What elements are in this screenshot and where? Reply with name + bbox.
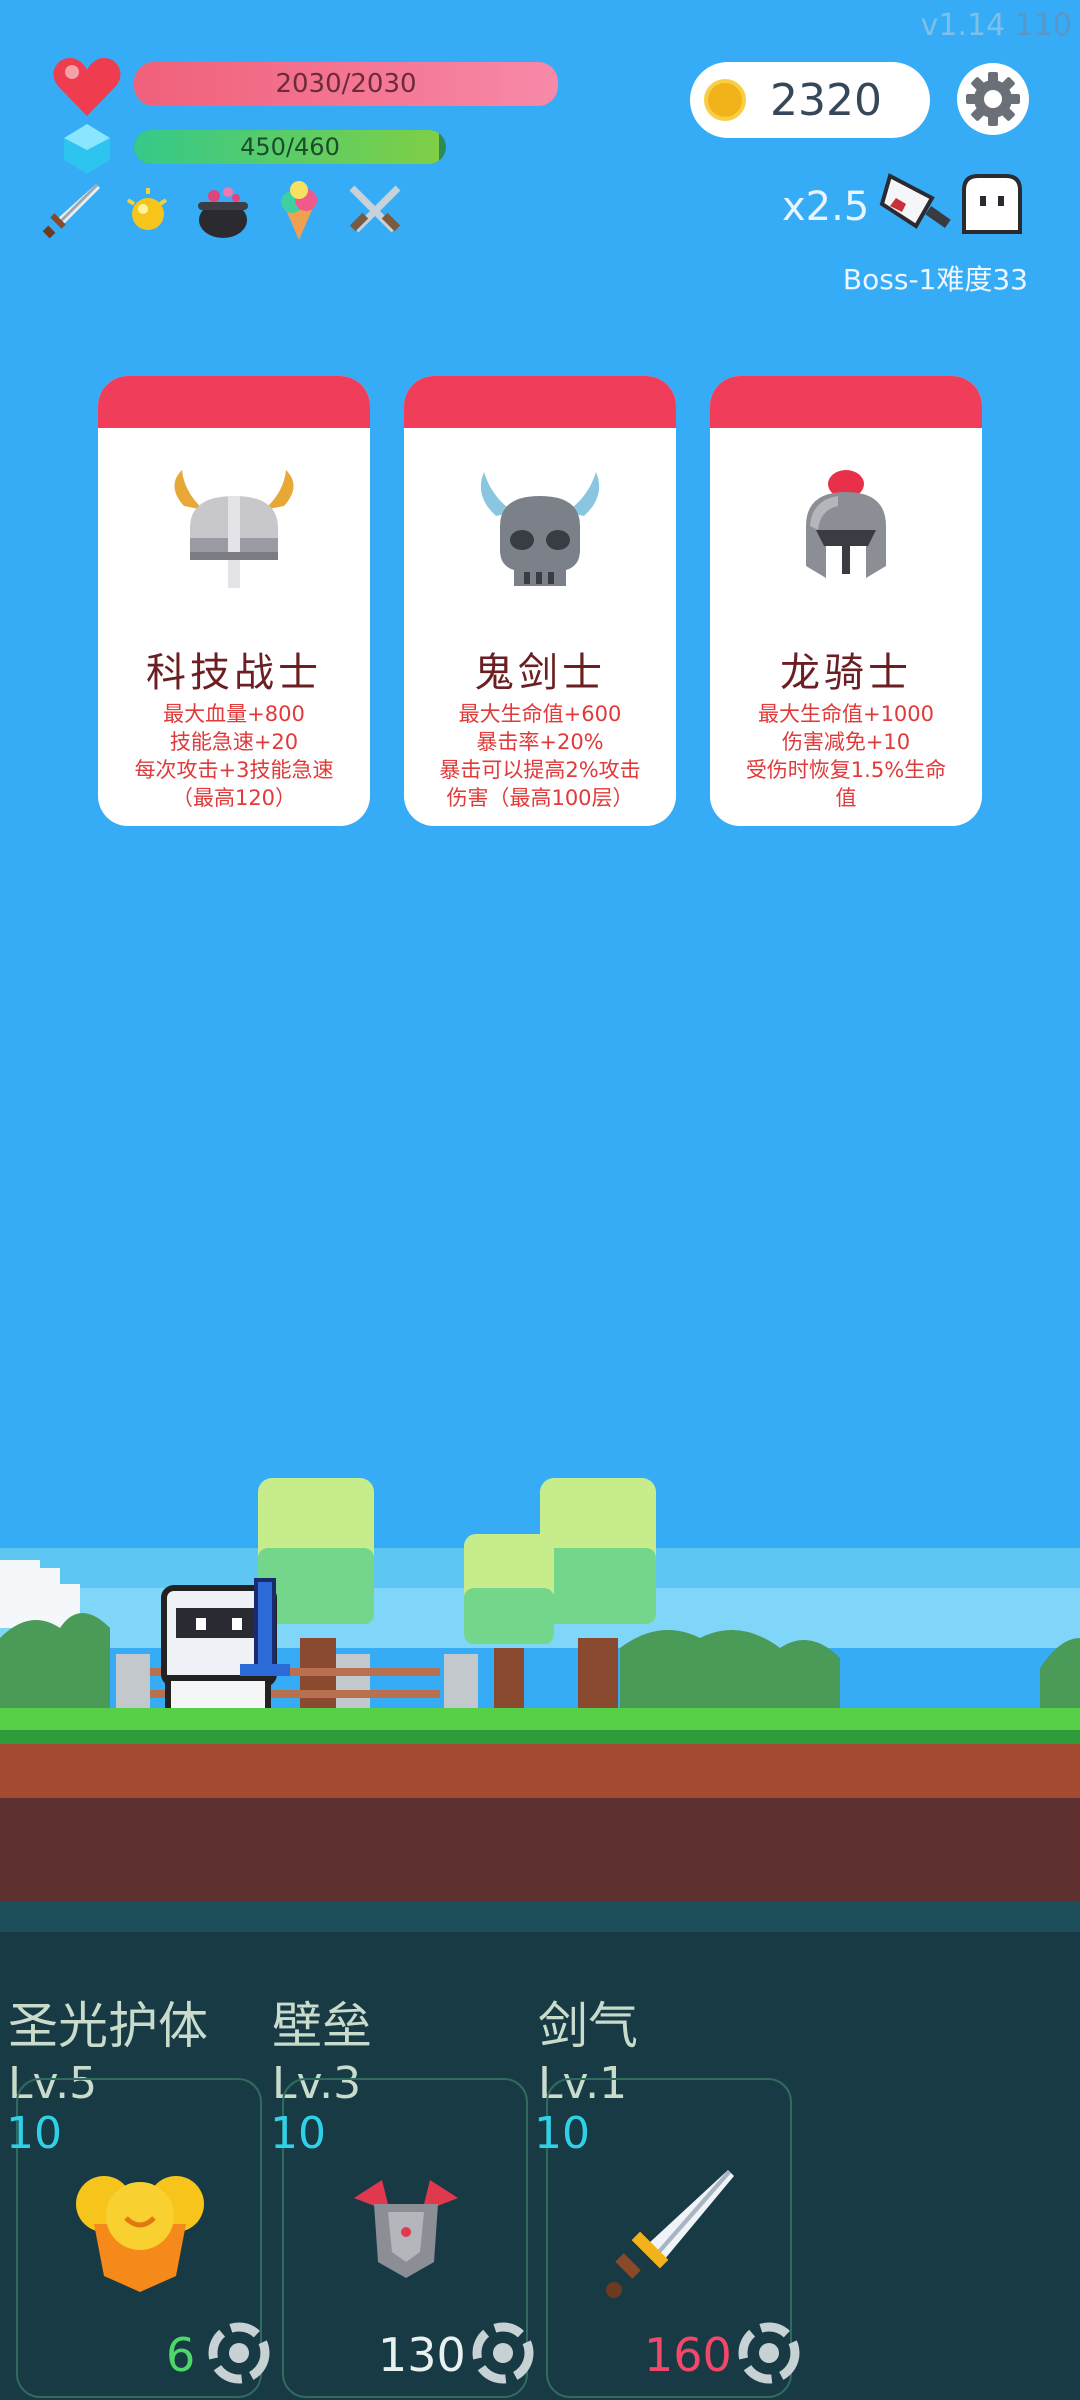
- card-description: 最大血量+800 技能急速+20 每次攻击+3技能急速 （最高120）: [112, 700, 356, 812]
- card-desc-line: 最大血量+800: [163, 702, 305, 726]
- card-desc-line: 最大生命值+1000: [757, 702, 935, 726]
- battle-scene: [0, 1478, 1080, 1908]
- skill-cost: 10: [534, 2108, 590, 2159]
- knight-helmet-icon: [806, 470, 886, 578]
- hp-bar: 2030/2030: [134, 62, 558, 106]
- coin-icon: [704, 79, 746, 121]
- skill-count: 6: [166, 2328, 196, 2382]
- card-desc-line: （最高120）: [171, 786, 297, 810]
- coin-counter: 2320: [690, 62, 930, 138]
- build-number: 110: [1014, 8, 1072, 43]
- boss-difficulty-label: Boss-1难度33: [842, 263, 1028, 296]
- class-card-ghost-swordsman[interactable]: 鬼剑士 最大生命值+600 暴击率+20% 暴击可以提高2%攻击 伤害（最高10…: [404, 376, 676, 826]
- card-desc-line: 受伤时恢复1.5%生命: [745, 758, 947, 782]
- heart-icon: [53, 58, 121, 116]
- armor-icon: [354, 2180, 458, 2278]
- game-speed-label[interactable]: x2.5: [782, 184, 869, 230]
- holy-shield-icon: [76, 2176, 204, 2292]
- card-desc-line: 每次攻击+3技能急速: [134, 758, 334, 782]
- card-name: 鬼剑士: [474, 650, 606, 696]
- coin-value: 2320: [770, 74, 882, 126]
- card-name: 龙骑士: [780, 650, 912, 696]
- version-label: v1.14 110: [921, 8, 1072, 43]
- gear-icon[interactable]: [956, 62, 1030, 136]
- card-header: [710, 376, 982, 428]
- sword-icon[interactable]: [40, 180, 102, 242]
- knight-hero: [161, 1578, 290, 1729]
- card-header: [98, 376, 370, 428]
- crossed-swords-icon[interactable]: [344, 180, 406, 242]
- card-desc-line: 伤害减免+10: [781, 730, 911, 754]
- cauldron-icon[interactable]: [192, 180, 254, 242]
- cleaver-icon: [879, 173, 951, 229]
- skill-name: 壁垒: [272, 1997, 372, 2055]
- class-card-tech-warrior[interactable]: 科技战士 最大血量+800 技能急速+20 每次攻击+3技能急速 （最高120）: [98, 376, 370, 826]
- skill-count: 160: [644, 2328, 732, 2382]
- card-desc-line: 暴击可以提高2%攻击: [439, 758, 641, 782]
- skill-count: 130: [378, 2328, 466, 2382]
- card-desc-line: 技能急速+20: [169, 730, 299, 754]
- sword-icon: [606, 2170, 734, 2298]
- skill-name: 圣光护体: [8, 1997, 208, 2055]
- skill-name: 剑气: [538, 1997, 638, 2055]
- sun-orb-icon[interactable]: [116, 180, 178, 242]
- version-number: v1.14: [920, 8, 1006, 43]
- ghost-icon: [962, 174, 1022, 234]
- item-row: [40, 180, 406, 242]
- ice-cream-icon[interactable]: [268, 180, 330, 242]
- card-desc-line: 伤害（最高100层）: [446, 786, 634, 810]
- skill-panel-edge: [0, 1902, 1080, 1932]
- card-desc-line: 暴击率+20%: [476, 730, 604, 754]
- skill-cost: 10: [6, 2108, 62, 2159]
- skull-helmet-icon: [480, 472, 600, 586]
- card-desc-line: 值: [835, 786, 857, 810]
- mana-crystal-icon: [64, 124, 110, 174]
- auto-cast-icon[interactable]: [470, 2320, 536, 2386]
- mp-bar: 450/460: [134, 130, 446, 164]
- viking-helmet-icon: [174, 470, 294, 588]
- hp-text: 2030/2030: [275, 69, 417, 99]
- mp-text: 450/460: [240, 133, 340, 161]
- card-description: 最大生命值+1000 伤害减免+10 受伤时恢复1.5%生命 值: [724, 700, 968, 812]
- auto-cast-icon[interactable]: [736, 2320, 802, 2386]
- skill-cost: 10: [270, 2108, 326, 2159]
- card-description: 最大生命值+600 暴击率+20% 暴击可以提高2%攻击 伤害（最高100层）: [418, 700, 662, 812]
- card-header: [404, 376, 676, 428]
- class-card-dragon-knight[interactable]: 龙骑士 最大生命值+1000 伤害减免+10 受伤时恢复1.5%生命 值: [710, 376, 982, 826]
- auto-cast-icon[interactable]: [206, 2320, 272, 2386]
- card-name: 科技战士: [146, 650, 322, 696]
- card-desc-line: 最大生命值+600: [458, 702, 622, 726]
